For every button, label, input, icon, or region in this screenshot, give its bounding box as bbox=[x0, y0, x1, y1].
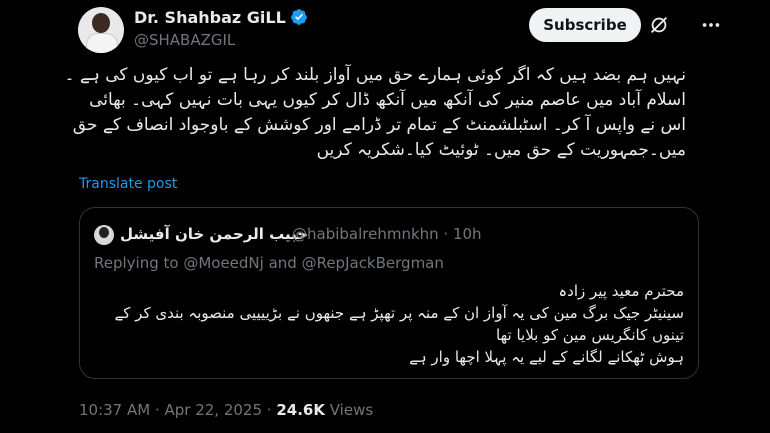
avatar-head bbox=[92, 13, 110, 33]
quoted-tweet-text: محترم معید پیر زادہ سینیٹر جیک برگ مین ک… bbox=[94, 280, 684, 368]
tweet-line: اسلام آباد میں عاصم منیر کی آنکھ میں آنک… bbox=[89, 90, 686, 110]
tweet-timestamp[interactable]: 10:37 AM · Apr 22, 2025 · bbox=[79, 401, 276, 419]
tweet-line: میں۔جمہوریت کے حق میں۔ ٹوئیٹ کیا۔شکریہ ک… bbox=[316, 140, 686, 160]
tweet-line: نہیں ہم بضد ہیں کہ اگر کوئی ہمارے حق میں… bbox=[64, 65, 686, 85]
tweet-meta: 10:37 AM · Apr 22, 2025 · 24.6K Views bbox=[79, 401, 373, 419]
avatar-body bbox=[86, 33, 118, 53]
author-name[interactable]: Dr. Shahbaz GiLL bbox=[134, 8, 286, 27]
author-handle[interactable]: @SHABAZGIL bbox=[134, 31, 235, 49]
tweet-line: اس نے واپس آ کر۔ اسٹبلشمنٹ کے تمام تر ڈر… bbox=[72, 115, 686, 135]
views-count: 24.6K bbox=[276, 401, 325, 419]
author-avatar[interactable] bbox=[78, 7, 124, 53]
replying-to-text: Replying to @MoeedNj and @RepJackBergman bbox=[94, 254, 444, 272]
quoted-author-handle-time[interactable]: @habibalrehmnkhn · 10h bbox=[292, 225, 482, 243]
quoted-line: محترم معید پیر زادہ bbox=[558, 282, 684, 300]
quoted-line: ہوش ٹھکانے لگانے کے لیے یہ پہلا اچھا وار… bbox=[409, 348, 684, 366]
verified-badge-icon bbox=[290, 9, 307, 25]
tweet-text: نہیں ہم بضد ہیں کہ اگر کوئی ہمارے حق میں… bbox=[64, 63, 686, 163]
quoted-tweet[interactable]: حبیب الرحمن خان آفیشل @habibalrehmnkhn ·… bbox=[79, 207, 699, 379]
author-name-row[interactable]: Dr. Shahbaz GiLL bbox=[134, 8, 308, 27]
quoted-avatar-head bbox=[99, 227, 109, 238]
translate-post-link[interactable]: Translate post bbox=[79, 176, 177, 192]
quoted-line: تینوں کانگریس مین کو بلایا تھا bbox=[496, 326, 684, 344]
more-icon[interactable] bbox=[700, 14, 722, 36]
grok-icon[interactable] bbox=[648, 14, 670, 36]
quoted-author-avatar[interactable] bbox=[94, 225, 114, 245]
views-label: Views bbox=[324, 401, 374, 419]
quoted-author-name[interactable]: حبیب الرحمن خان آفیشل bbox=[120, 225, 308, 243]
quoted-line: سینیٹر جیک برگ مین کی یہ آواز ان کے منہ … bbox=[114, 304, 684, 322]
subscribe-button[interactable]: Subscribe bbox=[529, 8, 641, 42]
